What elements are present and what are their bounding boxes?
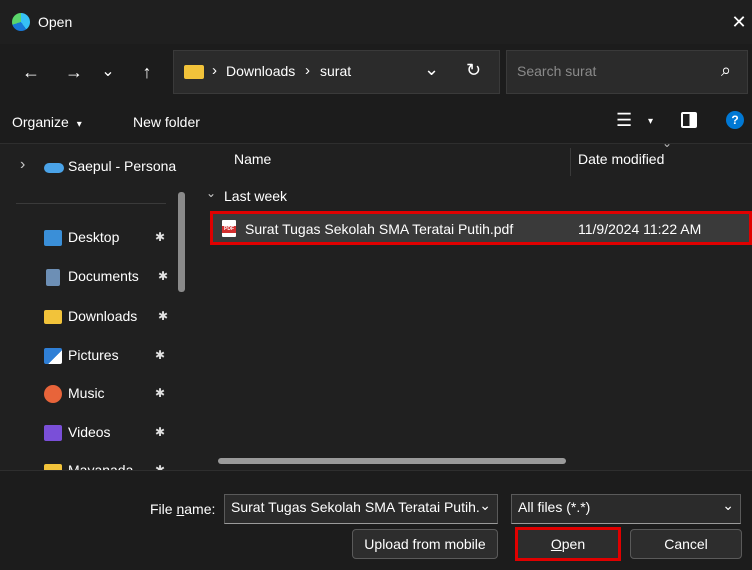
sidebar-item-documents[interactable]: Documents ✱	[0, 262, 178, 294]
command-bar	[0, 100, 752, 144]
sidebar-item-label: Videos	[68, 424, 111, 440]
pin-icon: ✱	[155, 386, 166, 400]
breadcrumb-separator: ›	[212, 62, 217, 79]
file-name-value: Surat Tugas Sekolah SMA Teratai Putih.	[231, 499, 480, 515]
videos-icon	[44, 425, 62, 441]
breadcrumb-downloads[interactable]: Downloads	[226, 63, 295, 79]
forward-icon[interactable]: →	[63, 61, 85, 83]
open-button[interactable]: Open	[515, 527, 621, 561]
sidebar-item-music[interactable]: Music ✱	[0, 379, 178, 411]
cancel-button[interactable]: Cancel	[630, 529, 742, 559]
file-name: Surat Tugas Sekolah SMA Teratai Putih.pd…	[245, 221, 514, 237]
sidebar-item-mayanada[interactable]: Mayanada ✱	[0, 456, 178, 470]
pdf-file-icon: PDF	[222, 220, 236, 237]
pin-icon: ✱	[155, 230, 166, 244]
sidebar-item-videos[interactable]: Videos ✱	[0, 418, 178, 450]
file-name-dropdown-icon[interactable]: ⌄	[479, 497, 491, 514]
onedrive-icon	[44, 163, 64, 173]
window-title: Open	[38, 14, 73, 30]
organize-label: Organize	[12, 114, 69, 130]
navigation-pane: › Saepul - Persona Desktop ✱ Documents ✱…	[0, 144, 188, 470]
expand-chevron-icon[interactable]: ›	[20, 156, 25, 174]
organize-arrow-icon: ▾	[76, 119, 82, 130]
recent-locations-icon[interactable]: ⌄	[97, 61, 119, 83]
edge-app-icon	[12, 13, 30, 31]
view-options-arrow-icon[interactable]: ▾	[648, 116, 653, 127]
pin-icon: ✱	[155, 348, 166, 362]
pictures-icon	[44, 348, 62, 364]
file-row[interactable]: PDF Surat Tugas Sekolah SMA Teratai Puti…	[210, 211, 752, 245]
folder-icon	[184, 65, 204, 79]
sidebar-item-pictures[interactable]: Pictures ✱	[0, 341, 178, 373]
group-header[interactable]: Last week	[224, 188, 287, 204]
search-input[interactable]: Search surat	[517, 63, 596, 79]
sidebar-item-label: Music	[68, 385, 105, 401]
column-header-name[interactable]: Name	[234, 151, 271, 167]
refresh-icon[interactable]: ↻	[466, 60, 481, 81]
file-name-input[interactable]: Surat Tugas Sekolah SMA Teratai Putih. ⌄	[224, 494, 498, 524]
help-icon[interactable]: ?	[726, 111, 744, 129]
group-collapse-icon[interactable]: ⌄	[206, 186, 216, 200]
search-icon[interactable]: ⌕	[721, 60, 731, 81]
file-type-select[interactable]: All files (*.*) ⌄	[511, 494, 741, 524]
view-options-icon[interactable]: ☰	[616, 110, 632, 131]
sidebar-item-onedrive[interactable]: › Saepul - Persona	[0, 152, 178, 184]
file-type-value: All files (*.*)	[518, 499, 591, 515]
file-name-label: File name:	[150, 501, 216, 517]
desktop-icon	[44, 230, 62, 246]
sort-indicator-icon: ⌄	[662, 136, 673, 150]
column-header-date-modified[interactable]: Date modified	[578, 151, 664, 167]
pin-icon: ✱	[158, 269, 169, 283]
breadcrumb-separator: ›	[305, 62, 310, 79]
address-bar[interactable]: › Downloads › surat ⌄ ↻	[173, 50, 500, 94]
pin-icon: ✱	[155, 463, 166, 470]
sidebar-item-label: Mayanada	[68, 462, 134, 470]
file-type-dropdown-icon[interactable]: ⌄	[722, 497, 734, 514]
music-icon	[44, 385, 62, 403]
horizontal-scrollbar[interactable]	[218, 458, 566, 464]
back-icon[interactable]: ←	[20, 61, 42, 83]
sidebar-item-desktop[interactable]: Desktop ✱	[0, 223, 178, 255]
sidebar-item-label: Documents	[68, 268, 139, 284]
organize-button[interactable]: Organize ▾	[12, 114, 82, 130]
file-date-modified: 11/9/2024 11:22 AM	[578, 221, 702, 237]
search-box[interactable]: Search surat ⌕	[506, 50, 748, 94]
sidebar-item-label: Desktop	[68, 229, 120, 245]
sidebar-divider	[16, 203, 166, 204]
up-icon[interactable]: ↑	[136, 61, 158, 83]
preview-pane-icon[interactable]	[681, 112, 697, 128]
pdf-icon-text: PDF	[222, 226, 236, 233]
upload-from-mobile-button[interactable]: Upload from mobile	[352, 529, 498, 559]
new-folder-button[interactable]: New folder	[133, 114, 200, 130]
pin-icon: ✱	[155, 425, 166, 439]
sidebar-item-label: Downloads	[68, 308, 138, 324]
address-dropdown-icon[interactable]: ⌄	[424, 59, 439, 80]
sidebar-item-label: Pictures	[68, 347, 119, 363]
folder-icon	[44, 310, 62, 324]
title-bar	[0, 0, 752, 44]
sidebar-scrollbar[interactable]	[178, 192, 185, 292]
sidebar-item-downloads[interactable]: Downloads ✱	[0, 302, 178, 334]
sidebar-item-label: Saepul - Persona	[68, 158, 177, 174]
breadcrumb-surat[interactable]: surat	[320, 63, 351, 79]
pin-icon: ✱	[158, 309, 169, 323]
column-divider[interactable]	[570, 148, 571, 176]
close-button[interactable]: ✕	[726, 10, 752, 34]
documents-icon	[46, 269, 60, 286]
